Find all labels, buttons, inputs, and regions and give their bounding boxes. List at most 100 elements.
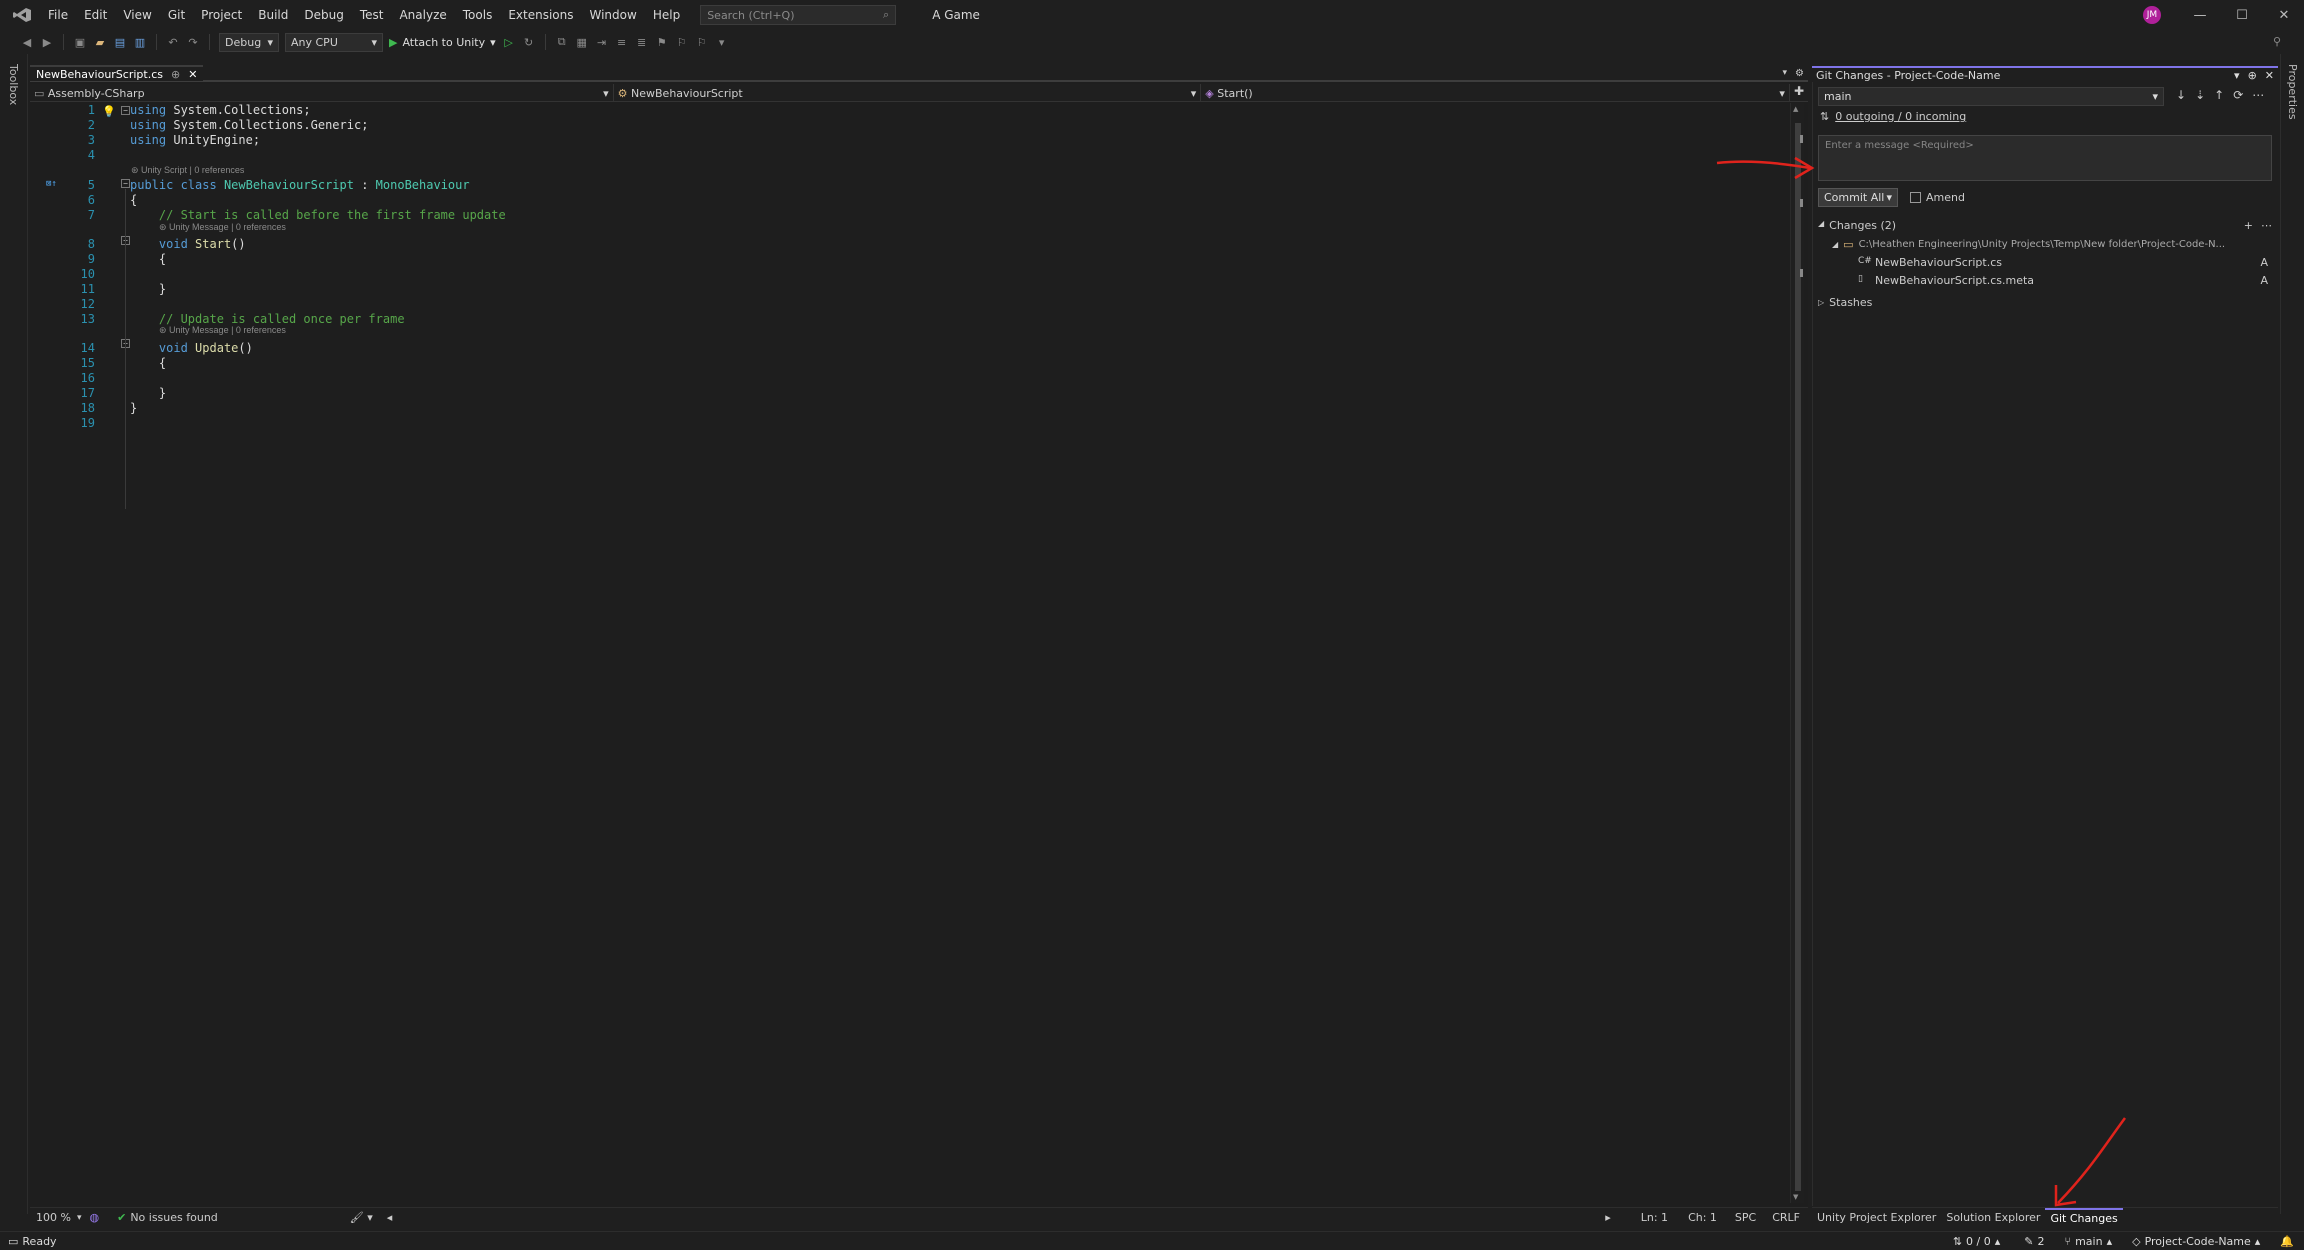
code-line[interactable]: 8 void Start(): [30, 237, 1790, 252]
pin-icon[interactable]: ⊕: [171, 68, 180, 81]
branch-status-item[interactable]: ⑂ main ▴: [2054, 1235, 2122, 1248]
minimize-icon[interactable]: —: [2180, 0, 2220, 30]
visual-studio-logo-icon[interactable]: [12, 7, 32, 23]
search-input[interactable]: Search (Ctrl+Q): [707, 9, 794, 22]
project-dropdown[interactable]: ▭ Assembly-CSharp ▾: [30, 84, 614, 102]
code-line[interactable]: 18}: [30, 401, 1790, 416]
back-icon[interactable]: ◀: [20, 35, 34, 49]
split-editor-icon[interactable]: ✚: [1790, 84, 1808, 101]
settings-gear-icon[interactable]: ⚙: [1791, 68, 1808, 79]
changed-file-row[interactable]: C# NewBehaviourScript.cs A: [1818, 254, 2272, 270]
code-text[interactable]: void Update(): [130, 341, 253, 356]
pull-icon[interactable]: ⇣: [2195, 88, 2205, 102]
code-line[interactable]: 12: [30, 297, 1790, 312]
forward-icon[interactable]: ▶: [40, 35, 54, 49]
splitter-grip[interactable]: [1800, 199, 1803, 207]
code-text[interactable]: }: [130, 282, 166, 297]
code-area[interactable]: ⊛ Unity Script | 0 references ⊛ Unity Me…: [30, 103, 1790, 1203]
code-text[interactable]: public class NewBehaviourScript : MonoBe…: [130, 178, 470, 193]
close-window-icon[interactable]: ✕: [2264, 0, 2304, 30]
whitespace-indicator[interactable]: SPC: [1727, 1211, 1764, 1224]
sync-status-item[interactable]: ⇅ 0 / 0 ▴: [1939, 1235, 2014, 1248]
configuration-dropdown[interactable]: Debug ▾: [219, 32, 279, 52]
close-tab-icon[interactable]: ✕: [188, 68, 197, 81]
member-dropdown[interactable]: ◈ Start() ▾: [1201, 84, 1790, 102]
issues-status[interactable]: No issues found: [126, 1211, 221, 1224]
expand-arrow-icon[interactable]: ◢: [1832, 240, 1838, 249]
code-line[interactable]: 1 using System.Collections;: [30, 103, 1790, 118]
code-text[interactable]: }: [130, 386, 166, 401]
code-text[interactable]: using UnityEngine;: [130, 133, 260, 148]
code-line[interactable]: 14 void Update(): [30, 341, 1790, 356]
repo-status-item[interactable]: ◇ Project-Code-Name ▴: [2122, 1235, 2270, 1248]
amend-checkbox[interactable]: Amend: [1910, 191, 1965, 204]
line-indicator[interactable]: Ln: 1: [1631, 1211, 1678, 1224]
new-project-icon[interactable]: ▣: [73, 35, 87, 49]
code-line[interactable]: 13 // Update is called once per frame: [30, 312, 1790, 327]
panel-tab-unity-project-explorer[interactable]: Unity Project Explorer: [1812, 1208, 1941, 1227]
code-line[interactable]: 3 using UnityEngine;: [30, 133, 1790, 148]
codelens-class[interactable]: ⊛ Unity Script | 0 references: [131, 165, 244, 175]
properties-tab[interactable]: Properties: [2286, 64, 2299, 120]
changes-header[interactable]: ◢ Changes (2) + ⋯: [1818, 217, 2272, 233]
chevron-down-icon[interactable]: ▾: [1886, 191, 1892, 204]
redo-icon[interactable]: ↷: [186, 35, 200, 49]
menu-item-help[interactable]: Help: [645, 0, 688, 30]
splitter-grip[interactable]: [1800, 135, 1803, 143]
type-dropdown[interactable]: ⚙ NewBehaviourScript ▾: [614, 84, 1202, 102]
menu-item-view[interactable]: View: [115, 0, 159, 30]
code-text[interactable]: {: [130, 193, 137, 208]
code-line[interactable]: 17 }: [30, 386, 1790, 401]
open-folder-icon[interactable]: ▰: [93, 35, 107, 49]
code-text[interactable]: using System.Collections.Generic;: [130, 118, 368, 133]
edits-status-item[interactable]: ✎ 2: [2014, 1235, 2054, 1248]
undo-icon[interactable]: ↶: [166, 35, 180, 49]
prev-bookmark-icon[interactable]: ⚐: [675, 35, 689, 49]
step-icon[interactable]: ⇥: [595, 35, 609, 49]
menu-item-debug[interactable]: Debug: [296, 0, 351, 30]
code-line[interactable]: 16: [30, 371, 1790, 386]
folder-row[interactable]: ◢ ▭ C:\Heathen Engineering\Unity Project…: [1818, 236, 2272, 252]
code-line[interactable]: 10: [30, 267, 1790, 282]
hot-reload-icon[interactable]: ↻: [522, 35, 536, 49]
scroll-down-icon[interactable]: ▼: [1793, 1193, 1798, 1201]
user-avatar[interactable]: JM: [2143, 6, 2161, 24]
comment-icon[interactable]: ≡: [615, 35, 629, 49]
code-line[interactable]: 2 using System.Collections.Generic;: [30, 118, 1790, 133]
menu-item-edit[interactable]: Edit: [76, 0, 115, 30]
outgoing-incoming-link[interactable]: 0 outgoing / 0 incoming: [1835, 110, 1966, 123]
code-line[interactable]: 6{: [30, 193, 1790, 208]
document-tab[interactable]: NewBehaviourScript.cs ⊕ ✕: [30, 65, 204, 81]
uncomment-icon[interactable]: ≣: [635, 35, 649, 49]
stashes-row[interactable]: ▷ Stashes: [1818, 294, 2272, 310]
codelens-start[interactable]: ⊛ Unity Message | 0 references: [159, 222, 286, 232]
panel-tab-git-changes[interactable]: Git Changes: [2045, 1207, 2123, 1227]
pin-icon[interactable]: ⊕: [2248, 69, 2257, 82]
branch-dropdown[interactable]: main ▾: [1818, 87, 2164, 106]
code-line[interactable]: 5 public class NewBehaviourScript : MonoB…: [30, 178, 1790, 193]
save-icon[interactable]: ▤: [113, 35, 127, 49]
code-text[interactable]: // Update is called once per frame: [130, 312, 405, 327]
menu-item-git[interactable]: Git: [160, 0, 193, 30]
search-box[interactable]: Search (Ctrl+Q) ⌕: [700, 5, 897, 25]
code-line[interactable]: 19: [30, 416, 1790, 431]
zoom-level[interactable]: 100 %: [30, 1211, 77, 1224]
menu-item-extensions[interactable]: Extensions: [500, 0, 581, 30]
browser-link-icon[interactable]: ⧉: [555, 35, 569, 49]
copilot-icon[interactable]: ◍: [81, 1211, 107, 1224]
code-line[interactable]: 11 }: [30, 282, 1790, 297]
stage-all-icon[interactable]: +: [2244, 219, 2253, 232]
live-share-icon[interactable]: ⚲: [2270, 34, 2284, 49]
code-text[interactable]: // Start is called before the first fram…: [130, 208, 506, 223]
menu-item-window[interactable]: Window: [582, 0, 645, 30]
menu-item-test[interactable]: Test: [352, 0, 392, 30]
expand-arrow-icon[interactable]: ◢: [1818, 219, 1824, 232]
push-icon[interactable]: ↑: [2214, 88, 2224, 102]
code-text[interactable]: {: [130, 356, 166, 371]
code-line[interactable]: 7 // Start is called before the first fr…: [30, 208, 1790, 223]
notifications-icon[interactable]: 🔔: [2270, 1235, 2304, 1248]
menu-item-build[interactable]: Build: [250, 0, 296, 30]
code-cleanup-icon[interactable]: 🖌 ▾: [222, 1211, 379, 1224]
code-text[interactable]: using System.Collections;: [130, 103, 311, 118]
code-line[interactable]: 15 {: [30, 356, 1790, 371]
